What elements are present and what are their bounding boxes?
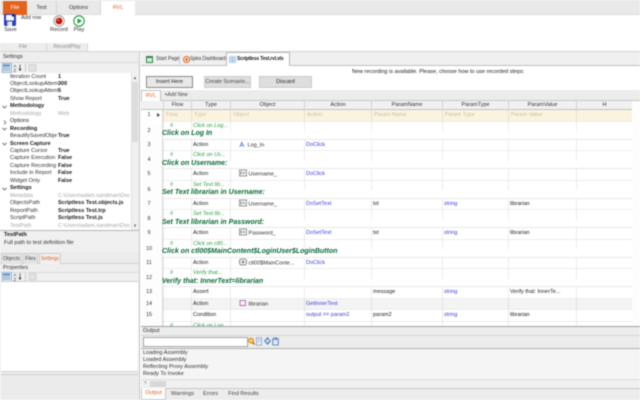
svg-text:A: A (240, 142, 245, 148)
